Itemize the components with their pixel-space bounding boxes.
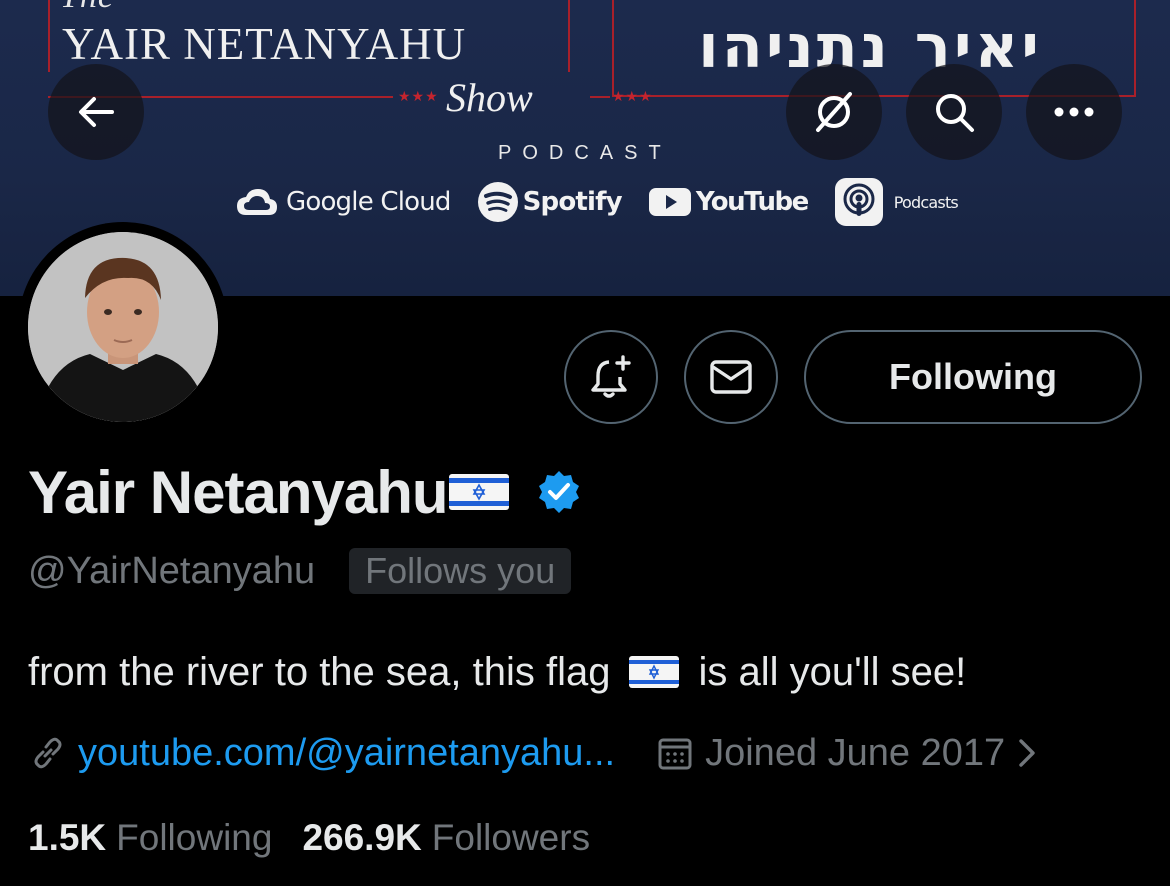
banner-platforms: Google Cloud Spotify YouTube Podcasts [236,178,984,226]
more-icon [1054,107,1094,117]
profile-meta: youtube.com/@yairnetanyahu... Joined Jun… [28,724,1039,782]
bell-plus-icon [591,355,631,398]
banner-stars-left: ★★★ [398,88,439,104]
avatar-photo [28,232,218,422]
message-button[interactable] [684,330,778,424]
avatar[interactable] [18,222,228,432]
following-count: 1.5K [28,817,107,858]
grok-icon [816,92,852,132]
banner-stars-right: ★★★ [612,88,653,104]
envelope-icon [710,360,752,394]
back-button[interactable] [48,64,144,160]
banner-show-script: Show [446,75,533,120]
banner-show-top-word: The [60,0,114,16]
banner-podcast-label: PODCAST [498,142,672,164]
arrow-left-icon [79,97,114,127]
grok-button[interactable] [786,64,882,160]
website-link[interactable]: youtube.com/@yairnetanyahu... [78,732,615,775]
joined-text: Joined June 2017 [705,731,1006,774]
chevron-right-icon [1019,739,1035,767]
handle-row: @YairNetanyahu Follows you [28,546,572,596]
spotify-label: Spotify [522,187,623,217]
handle: @YairNetanyahu [28,549,316,592]
bio-text-end: is all you'll see! [698,649,967,694]
search-icon [936,94,974,132]
more-button[interactable] [1026,64,1122,160]
apple-podcasts-logo: Podcasts [834,177,959,227]
followers-stat[interactable]: 266.9K Followers [302,817,590,859]
cloud-icon [237,189,277,215]
following-stat[interactable]: 1.5K Following [28,817,272,859]
followers-label: Followers [431,817,591,858]
follows-you-badge: Follows you [349,548,572,594]
calendar-icon [658,738,692,770]
following-button[interactable]: Following [804,330,1142,424]
bio: from the river to the sea, this flag is … [28,642,966,702]
follow-stats: 1.5K Following 266.9K Followers [28,812,590,864]
banner-show-title: YAIR NETANYAHU [62,19,467,69]
spotify-icon [477,182,518,222]
spotify-logo: Spotify [477,181,623,223]
verified-badge-icon[interactable] [536,469,582,515]
profile-name-row: Yair Netanyahu [28,452,582,532]
apple-podcasts-icon [834,178,883,226]
bio-text-start: from the river to the sea, this flag [28,649,611,694]
following-label: Following [116,817,273,858]
google-cloud-logo: Google Cloud [236,187,451,217]
youtube-logo: YouTube [648,186,809,218]
search-button[interactable] [906,64,1002,160]
followers-count: 266.9K [302,817,422,858]
joined-date[interactable]: Joined June 2017 [657,732,1039,775]
display-name: Yair Netanyahu [28,458,449,526]
apple-podcasts-label: Podcasts [893,192,959,212]
link-icon [34,737,62,769]
banner-rule-mid [590,96,610,98]
google-cloud-label: Google Cloud [286,187,451,217]
israel-flag-icon [629,656,680,688]
notify-button[interactable] [564,330,658,424]
israel-flag-icon [448,474,509,510]
banner-hebrew-title: יאיר נתניהו [698,12,1042,82]
youtube-play-icon [648,188,691,216]
youtube-label: YouTube [695,187,809,217]
